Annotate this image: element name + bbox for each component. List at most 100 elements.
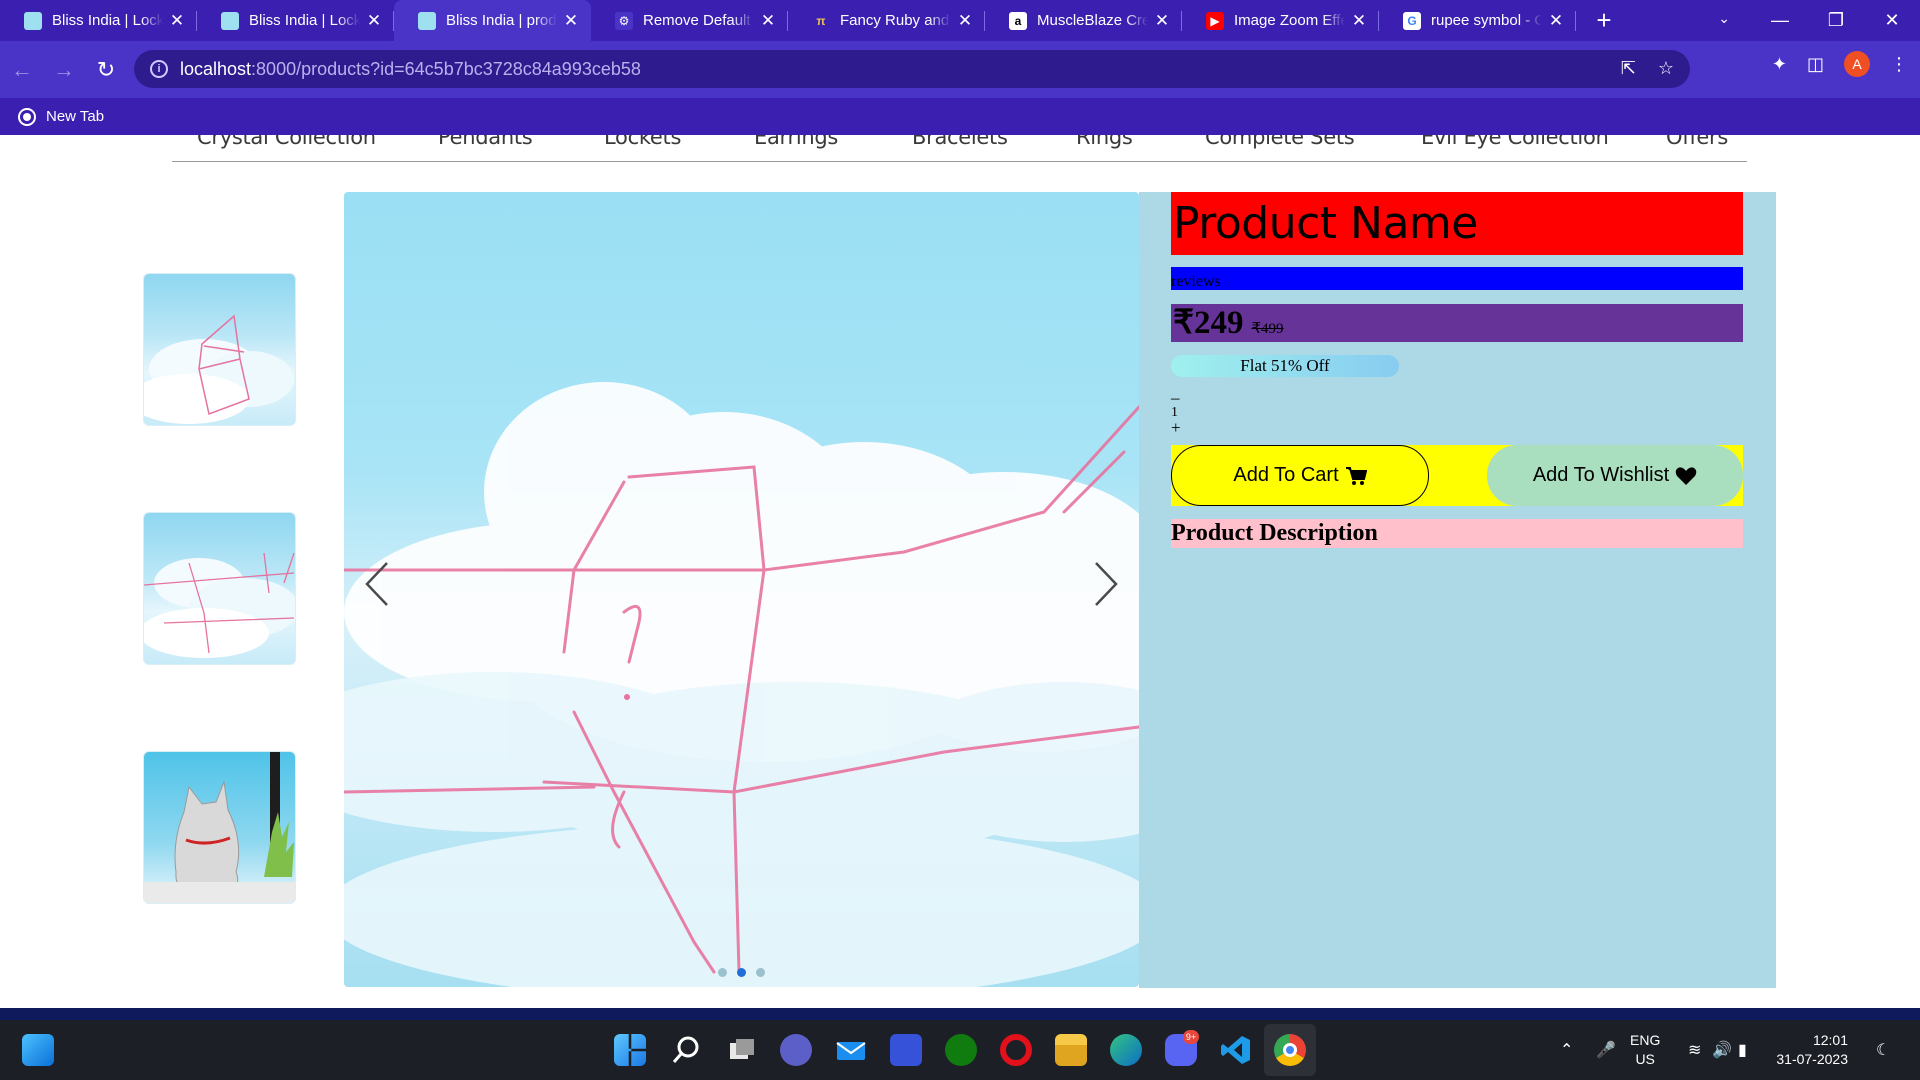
side-panel-icon[interactable]: ◫ bbox=[1807, 54, 1824, 75]
bookmark-new-tab[interactable]: New Tab bbox=[46, 108, 104, 125]
page-footer-strip bbox=[0, 1008, 1920, 1020]
nav-bracelets[interactable]: Bracelets bbox=[912, 135, 1008, 149]
language-indicator[interactable]: ENG US bbox=[1630, 1031, 1660, 1069]
nav-crystal-collection[interactable]: Crystal Collection bbox=[197, 135, 376, 149]
tab-close-icon[interactable]: ✕ bbox=[561, 11, 581, 31]
teams-chat-icon[interactable] bbox=[780, 1034, 812, 1066]
forward-button[interactable]: → bbox=[44, 50, 84, 90]
microphone-icon[interactable]: 🎤 bbox=[1596, 1040, 1616, 1060]
browser-tab[interactable]: ▶ Image Zoom Effec ✕ bbox=[1182, 0, 1379, 41]
nav-complete-sets[interactable]: Complete Sets bbox=[1205, 135, 1355, 149]
browser-tab[interactable]: Grupee symbol - Go✕ bbox=[1379, 0, 1576, 41]
xbox-icon[interactable] bbox=[945, 1034, 977, 1066]
wifi-icon[interactable]: ≋ bbox=[1688, 1040, 1701, 1060]
nav-offers[interactable]: Offers bbox=[1666, 135, 1728, 149]
windows-taskbar: 9+ ⌃ 🎤 ENG US ≋ 🔊 ▮ 12:01 31-07-2023 ☾ bbox=[0, 1020, 1920, 1080]
edge-icon[interactable] bbox=[1110, 1034, 1142, 1066]
product-price: ₹249 bbox=[1173, 305, 1244, 341]
tab-title: Fancy Ruby and D bbox=[840, 12, 951, 29]
qty-increase-button[interactable]: + bbox=[1171, 419, 1181, 436]
mail-icon[interactable] bbox=[835, 1034, 867, 1066]
product-mrp: ₹499 bbox=[1251, 321, 1284, 337]
product-details-panel: Product Name reviews ₹249 ₹499 Flat 51% … bbox=[1139, 192, 1776, 988]
tab-close-icon[interactable]: ✕ bbox=[758, 11, 778, 31]
tab-title: Remove Default Ch bbox=[643, 12, 754, 29]
extensions-puzzle-icon[interactable]: ✦ bbox=[1772, 54, 1787, 75]
language-code: ENG bbox=[1630, 1032, 1661, 1048]
share-icon[interactable]: ⇱ bbox=[1621, 58, 1636, 79]
bookmark-star-icon[interactable]: ☆ bbox=[1658, 58, 1674, 79]
nav-rings[interactable]: Rings bbox=[1076, 135, 1133, 149]
restore-button[interactable]: ❐ bbox=[1808, 10, 1864, 31]
profile-avatar[interactable]: A bbox=[1844, 51, 1870, 77]
browser-tab[interactable]: ⚙ Remove Default Ch✕ bbox=[591, 0, 788, 41]
thumbnail-1-image bbox=[144, 314, 294, 424]
bookmarks-bar: New Tab bbox=[0, 98, 1920, 135]
site-info-icon[interactable]: i bbox=[150, 60, 168, 78]
minimize-button[interactable]: — bbox=[1752, 10, 1808, 31]
file-explorer-icon[interactable] bbox=[1055, 1034, 1087, 1066]
reload-button[interactable]: ↻ bbox=[86, 50, 126, 90]
task-view-icon[interactable] bbox=[726, 1034, 758, 1066]
window-controls: — ❐ ✕ bbox=[1752, 0, 1920, 41]
menu-kebab-icon[interactable]: ⋮ bbox=[1890, 54, 1908, 75]
address-bar[interactable]: i localhost:8000/products?id=64c5b7bc372… bbox=[134, 50, 1690, 88]
opera-icon[interactable] bbox=[1000, 1034, 1032, 1066]
browser-tab[interactable]: a MuscleBlaze Crea ✕ bbox=[985, 0, 1182, 41]
widgets-icon[interactable] bbox=[22, 1034, 54, 1066]
pi-favicon-icon: π bbox=[816, 13, 826, 28]
tab-close-icon[interactable]: ✕ bbox=[1546, 11, 1566, 31]
product-image-carousel[interactable] bbox=[344, 192, 1139, 987]
carousel-dot[interactable] bbox=[718, 968, 727, 977]
action-buttons: Add To Cart Add To Wishlist bbox=[1171, 445, 1743, 506]
system-tray: ⌃ 🎤 ENG US ≋ 🔊 ▮ 12:01 31-07-2023 ☾ bbox=[1560, 1020, 1920, 1080]
carousel-dot[interactable] bbox=[737, 968, 746, 977]
show-hidden-icons-chevron-icon[interactable]: ⌃ bbox=[1560, 1040, 1573, 1060]
vscode-icon[interactable] bbox=[1220, 1034, 1252, 1066]
start-windows-icon[interactable] bbox=[614, 1034, 646, 1066]
tab-close-icon[interactable]: ✕ bbox=[167, 11, 187, 31]
battery-icon[interactable]: ▮ bbox=[1738, 1040, 1747, 1060]
bliss-favicon-icon bbox=[418, 11, 436, 30]
browser-tab[interactable]: π Fancy Ruby and D✕ bbox=[788, 0, 985, 41]
discount-badge: Flat 51% Off bbox=[1171, 355, 1399, 377]
browser-tab[interactable]: Bliss India | Lockets✕ bbox=[0, 0, 197, 41]
carousel-dot[interactable] bbox=[756, 968, 765, 977]
nav-evil-eye-collection[interactable]: Evil Eye Collection bbox=[1421, 135, 1609, 149]
add-to-cart-label: Add To Cart bbox=[1233, 464, 1339, 486]
thumbnail-3[interactable] bbox=[143, 751, 296, 904]
qty-decrease-button[interactable]: – bbox=[1171, 389, 1181, 406]
back-button[interactable]: ← bbox=[2, 50, 42, 90]
region-code: US bbox=[1635, 1051, 1655, 1067]
nav-pendants[interactable]: Pendants bbox=[438, 135, 533, 149]
add-to-cart-button[interactable]: Add To Cart bbox=[1171, 445, 1429, 506]
tab-close-icon[interactable]: ✕ bbox=[1349, 11, 1369, 31]
tab-close-icon[interactable]: ✕ bbox=[1152, 11, 1172, 31]
thumbnail-2[interactable] bbox=[143, 512, 296, 665]
add-to-wishlist-button[interactable]: Add To Wishlist bbox=[1487, 445, 1743, 506]
carousel-prev-button[interactable] bbox=[356, 554, 396, 614]
thumbnail-2-image bbox=[144, 552, 295, 658]
close-window-button[interactable]: ✕ bbox=[1864, 10, 1920, 31]
new-tab-button[interactable]: + bbox=[1584, 5, 1624, 36]
search-icon[interactable] bbox=[671, 1034, 703, 1066]
tab-close-icon[interactable]: ✕ bbox=[955, 11, 975, 31]
chevron-right-icon bbox=[1095, 562, 1118, 606]
tab-search-chevron-icon[interactable]: ⌄ bbox=[1718, 10, 1730, 27]
chrome-icon[interactable] bbox=[1274, 1034, 1306, 1066]
browser-tab[interactable]: Bliss India | Lockets✕ bbox=[197, 0, 394, 41]
carousel-next-button[interactable] bbox=[1087, 554, 1127, 614]
volume-icon[interactable]: 🔊 bbox=[1712, 1040, 1732, 1060]
clock[interactable]: 12:01 31-07-2023 bbox=[1768, 1031, 1848, 1069]
tab-separator bbox=[1575, 11, 1576, 31]
editor-app-icon[interactable] bbox=[890, 1034, 922, 1066]
google-favicon-icon: G bbox=[1403, 11, 1421, 30]
nav-earrings[interactable]: Earrings bbox=[754, 135, 838, 149]
thumbnail-1[interactable] bbox=[143, 273, 296, 426]
bliss-favicon-icon bbox=[221, 11, 239, 30]
tab-close-icon[interactable]: ✕ bbox=[364, 11, 384, 31]
browser-tab[interactable]: Bliss India | products✕ bbox=[394, 0, 591, 41]
notifications-moon-icon[interactable]: ☾ bbox=[1876, 1040, 1890, 1060]
nav-lockets[interactable]: Lockets bbox=[604, 135, 681, 149]
product-name: Product Name bbox=[1171, 192, 1743, 255]
